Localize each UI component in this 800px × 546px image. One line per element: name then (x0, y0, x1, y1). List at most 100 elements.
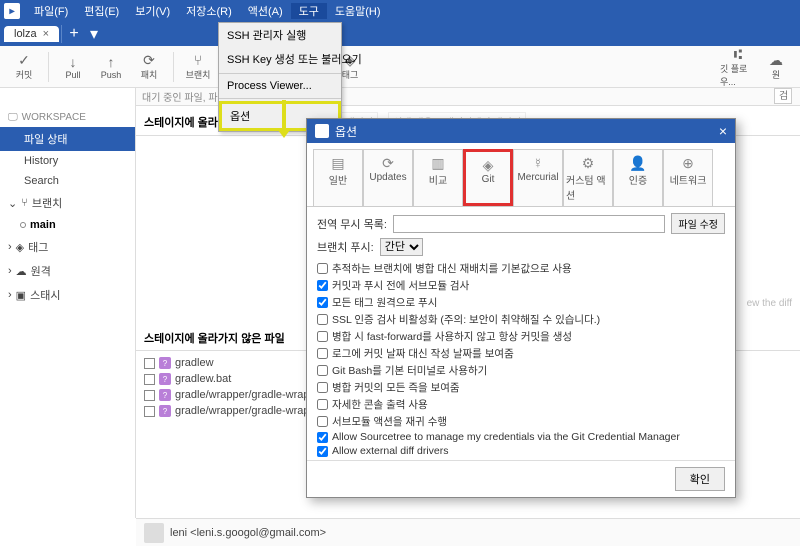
dialog-titlebar: 옵션 × (307, 119, 735, 143)
label: 일반 (329, 172, 347, 187)
gitflow-button[interactable]: ⑆깃 플로우... (720, 48, 756, 86)
tab-menu-chevron-icon[interactable]: ▾ (84, 24, 104, 44)
file-unknown-icon: ? (159, 357, 171, 369)
ck-no-ff[interactable] (317, 331, 328, 342)
menu-repo[interactable]: 저장소(R) (178, 3, 240, 19)
divider (219, 73, 341, 74)
ck-recursive-sub[interactable] (317, 416, 328, 427)
repo-tab[interactable]: lolza × (4, 26, 59, 42)
tab-network[interactable]: ⊕네트워크 (663, 149, 713, 206)
tab-updates[interactable]: ⟳Updates (363, 149, 413, 206)
fetch-button[interactable]: ⟳패치 (131, 48, 167, 86)
menu-view[interactable]: 보기(V) (127, 3, 178, 19)
label: 커밋과 푸시 전에 서브모듈 검사 (332, 278, 469, 293)
ck-external-diff[interactable] (317, 446, 328, 457)
checkbox[interactable] (144, 406, 155, 417)
pull-icon: ↓ (65, 54, 81, 70)
ck-credential-mgr[interactable] (317, 432, 328, 443)
checkbox-list: 추적하는 브랜치에 병합 대신 재배치를 기본값으로 사용 커밋과 푸시 전에 … (317, 260, 725, 458)
chevron-right-icon: › (8, 241, 12, 253)
new-tab-button[interactable]: + (64, 24, 84, 44)
label: 모든 태그 원격으로 푸시 (332, 295, 437, 310)
menu-tools[interactable]: 도구 (291, 3, 327, 19)
sidebar-remote-group[interactable]: ›☁원격 (0, 259, 135, 283)
tab-compare[interactable]: ▥비교 (413, 149, 463, 206)
ok-button[interactable]: 확인 (675, 467, 725, 491)
tab-label: lolza (14, 28, 37, 40)
divider (48, 52, 49, 82)
branch-push-label: 브랜치 푸시: (317, 239, 374, 255)
menu-file[interactable]: 파일(F) (26, 3, 76, 19)
sidebar-history[interactable]: History (0, 151, 135, 171)
label: 병합 시 fast-forward를 사용하지 않고 항상 커밋을 생성 (332, 329, 572, 344)
auth-icon: 👤 (629, 154, 647, 172)
divider (61, 25, 62, 43)
push-button[interactable]: ↑Push (93, 48, 129, 86)
sidebar-tag-group[interactable]: ›◈태그 (0, 235, 135, 259)
menu-action[interactable]: 액션(A) (240, 3, 291, 19)
tab-git[interactable]: ◈Git (463, 149, 513, 206)
menu-help[interactable]: 도움말(H) (327, 3, 389, 19)
dialog-close-icon[interactable]: × (719, 123, 727, 139)
checkbox[interactable] (144, 390, 155, 401)
ck-push-tags[interactable] (317, 297, 328, 308)
tab-custom[interactable]: ⚙커스텀 액션 (563, 149, 613, 206)
ck-rebase[interactable] (317, 263, 328, 274)
label: main (30, 219, 56, 231)
label: Git Bash를 기본 터미널로 사용하기 (332, 363, 487, 378)
label: SSL 인증 검사 비활성화 (주의: 보안이 취약해질 수 있습니다.) (332, 312, 600, 327)
sidebar-branch-group[interactable]: ⌄⑂브랜치 (0, 191, 135, 215)
label: Pull (65, 70, 80, 80)
tab-auth[interactable]: 👤인증 (613, 149, 663, 206)
label: 자세한 콘솔 출력 사용 (332, 397, 428, 412)
checkbox[interactable] (144, 358, 155, 369)
custom-icon: ⚙ (579, 154, 597, 172)
fetch-icon: ⟳ (141, 52, 157, 68)
label: 태그 (342, 68, 359, 81)
menu-edit[interactable]: 편집(E) (76, 3, 127, 19)
commit-icon: ✓ (16, 52, 32, 68)
edit-file-button[interactable]: 파일 수정 (671, 213, 725, 234)
label: 브랜치 (32, 195, 62, 211)
global-ignore-input[interactable] (393, 215, 666, 233)
remote-button[interactable]: ☁원 (758, 48, 794, 86)
tab-mercurial[interactable]: ☿Mercurial (513, 149, 563, 206)
ck-author-date[interactable] (317, 348, 328, 359)
sidebar-search[interactable]: Search (0, 171, 135, 191)
commit-button[interactable]: ✓커밋 (6, 48, 42, 86)
options-dialog: 옵션 × ▤일반 ⟳Updates ▥비교 ◈Git ☿Mercurial ⚙커… (306, 118, 736, 498)
ck-merge-sides[interactable] (317, 382, 328, 393)
ck-submodule-check[interactable] (317, 280, 328, 291)
menu-sshkey[interactable]: SSH Key 생성 또는 불러오기 (219, 47, 341, 71)
branch-button[interactable]: ⑂브랜치 (180, 48, 216, 86)
label: 커스텀 액션 (566, 172, 610, 202)
dialog-title: 옵션 (335, 123, 357, 140)
menu-ssh[interactable]: SSH 관리자 실행 (219, 23, 341, 47)
dialog-tabs: ▤일반 ⟳Updates ▥비교 ◈Git ☿Mercurial ⚙커스텀 액션… (307, 143, 735, 207)
divider (219, 98, 341, 99)
sidebar-branch-main[interactable]: main (0, 215, 135, 235)
label: 비교 (429, 172, 447, 187)
label: 병합 커밋의 모든 즉을 보여줌 (332, 380, 460, 395)
checkbox[interactable] (144, 374, 155, 385)
label: 스태시 (30, 287, 60, 303)
file-unknown-icon: ? (159, 389, 171, 401)
file-unknown-icon: ? (159, 373, 171, 385)
remote-icon: ☁ (768, 52, 784, 68)
label: 네트워크 (670, 172, 707, 187)
menu-bar: ▸ 파일(F) 편집(E) 보기(V) 저장소(R) 액션(A) 도구 도움말(… (0, 0, 800, 22)
sidebar-file-status[interactable]: 파일 상태 (0, 127, 135, 151)
label: 패치 (141, 68, 158, 81)
menu-process-viewer[interactable]: Process Viewer... (219, 76, 341, 96)
branch-push-select[interactable]: 간단 (380, 238, 423, 256)
label: Allow external diff drivers (332, 445, 449, 457)
branch-icon: ⑂ (21, 197, 28, 209)
ck-verbose[interactable] (317, 399, 328, 410)
tab-close-icon[interactable]: × (43, 28, 49, 40)
tab-general[interactable]: ▤일반 (313, 149, 363, 206)
sidebar-stash-group[interactable]: ›▣스태시 (0, 283, 135, 307)
ck-ssl-disable[interactable] (317, 314, 328, 325)
mercurial-icon: ☿ (529, 154, 547, 172)
ck-git-bash[interactable] (317, 365, 328, 376)
pull-button[interactable]: ↓Pull (55, 48, 91, 86)
